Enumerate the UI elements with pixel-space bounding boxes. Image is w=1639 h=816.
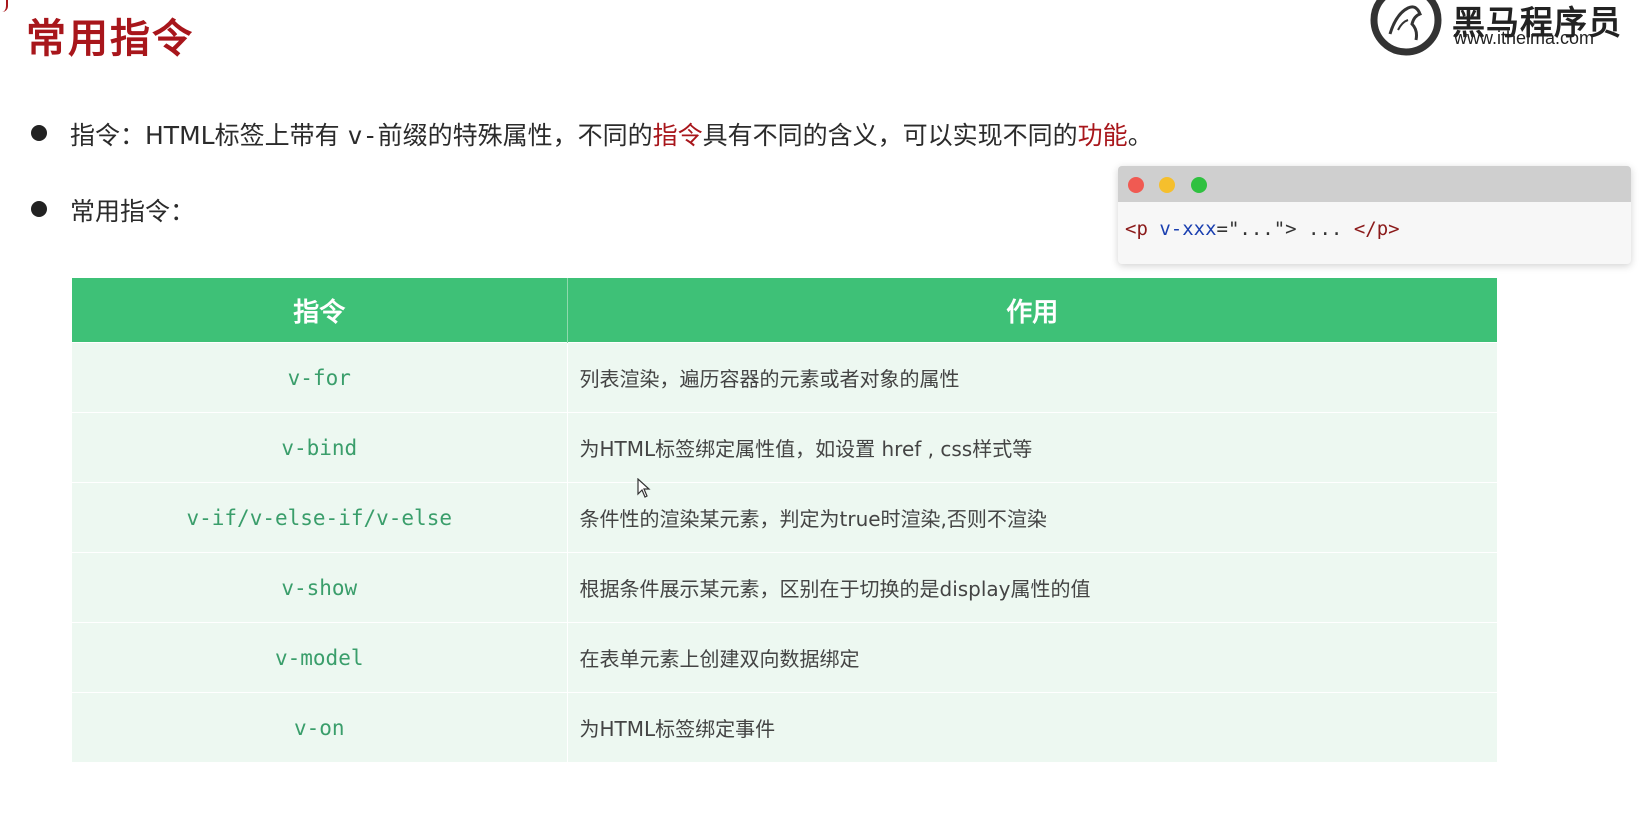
definition-highlight-directive: 指令 bbox=[652, 121, 703, 150]
close-dot-icon bbox=[1128, 177, 1144, 193]
maximize-dot-icon bbox=[1191, 177, 1207, 193]
description-cell: 根据条件展示某元素，区别在于切换的是display属性的值 bbox=[567, 552, 1497, 623]
bullet-dot bbox=[31, 125, 47, 141]
code-close-tag: </p> bbox=[1353, 218, 1400, 240]
table-row: v-on 为HTML标签绑定事件 bbox=[72, 692, 1497, 762]
code-content: ... bbox=[1296, 218, 1354, 240]
definition-middle2: 具有不同的含义，可以实现不同的 bbox=[702, 121, 1078, 150]
header-directive: 指令 bbox=[72, 278, 568, 343]
corner-decoration bbox=[0, 0, 8, 12]
logo-url: www.itheima.com bbox=[1454, 28, 1595, 48]
code-attr: v-xxx bbox=[1159, 218, 1217, 240]
table-row: v-if/v-else-if/v-else 条件性的渲染某元素，判定为true时… bbox=[72, 482, 1497, 553]
bullet-dot bbox=[31, 201, 47, 217]
window-titlebar bbox=[1118, 166, 1631, 202]
brand-logo: 黑马程序员 www.itheima.com bbox=[1368, 0, 1636, 56]
definition-code: v- bbox=[347, 121, 378, 150]
description-cell: 为HTML标签绑定事件 bbox=[567, 692, 1497, 762]
code-attr-value: ="..."> bbox=[1216, 218, 1297, 240]
directive-cell: v-bind bbox=[72, 412, 568, 483]
description-cell: 在表单元素上创建双向数据绑定 bbox=[567, 622, 1497, 693]
description-cell: 列表渲染，遍历容器的元素或者对象的属性 bbox=[567, 342, 1497, 413]
directive-cell: v-for bbox=[72, 342, 568, 413]
description-cell: 为HTML标签绑定属性值，如设置 href , css样式等 bbox=[567, 412, 1497, 483]
directive-cell: v-on bbox=[72, 692, 568, 762]
directive-cell: v-model bbox=[72, 622, 568, 693]
table-row: v-model 在表单元素上创建双向数据绑定 bbox=[72, 622, 1497, 693]
page-title: 常用指令 bbox=[26, 16, 194, 62]
code-open-tag: <p bbox=[1125, 218, 1160, 240]
description-cell: 条件性的渲染某元素，判定为true时渲染,否则不渲染 bbox=[567, 482, 1497, 553]
definition-highlight-function: 功能 bbox=[1077, 121, 1128, 150]
mouse-pointer-icon bbox=[637, 478, 651, 498]
definition-suffix: 。 bbox=[1127, 121, 1153, 150]
table-row: v-for 列表渲染，遍历容器的元素或者对象的属性 bbox=[72, 342, 1497, 413]
definition-middle: 前缀的特殊属性，不同的 bbox=[377, 121, 653, 150]
directive-table: 指令 作用 v-for 列表渲染，遍历容器的元素或者对象的属性 v-bind 为… bbox=[72, 278, 1497, 762]
minimize-dot-icon bbox=[1159, 177, 1175, 193]
definition-prefix: 指令：HTML标签上带有 bbox=[70, 121, 348, 150]
bullet-common-directives: 常用指令： bbox=[70, 197, 196, 226]
table-row: v-bind 为HTML标签绑定属性值，如设置 href , css样式等 bbox=[72, 412, 1497, 483]
directive-cell: v-if/v-else-if/v-else bbox=[72, 482, 568, 553]
code-snippet-window: <p v-xxx="..."> ... </p> bbox=[1118, 166, 1631, 264]
bullet-definition: 指令：HTML标签上带有 v-前缀的特殊属性，不同的指令具有不同的含义，可以实现… bbox=[70, 116, 1153, 152]
table-row: v-show 根据条件展示某元素，区别在于切换的是display属性的值 bbox=[72, 552, 1497, 623]
header-purpose: 作用 bbox=[567, 278, 1497, 343]
table-header-row: 指令 作用 bbox=[72, 278, 1497, 343]
horse-logo-icon bbox=[1370, 0, 1442, 56]
code-line: <p v-xxx="..."> ... </p> bbox=[1125, 218, 1400, 240]
directive-cell: v-show bbox=[72, 552, 568, 623]
